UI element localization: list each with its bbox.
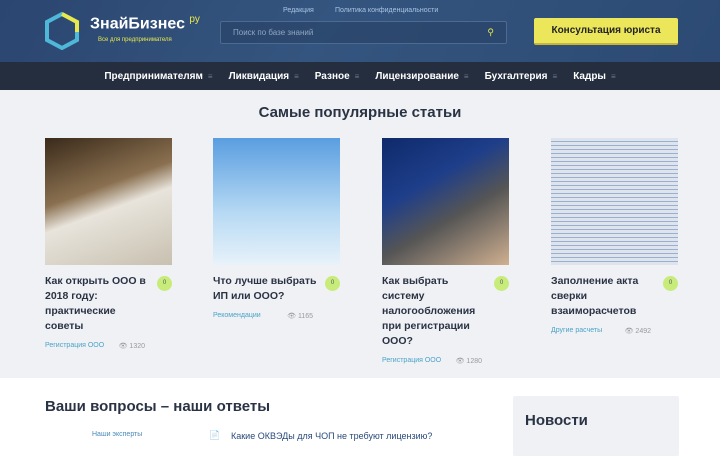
news-panel: Новости (513, 396, 679, 456)
search-placeholder: Поиск по базе знаний (233, 28, 314, 37)
nav-item-liquidation[interactable]: Ликвидация ≡ (229, 71, 299, 82)
nav-label: Бухгалтерия (484, 70, 548, 82)
nav-label: Разное (314, 70, 350, 82)
document-icon: 📄 (209, 430, 221, 440)
article-card[interactable]: 0 Как выбрать систему налогообложения пр… (382, 138, 522, 365)
comment-count-badge: 0 (325, 276, 340, 291)
nav-item-hr[interactable]: Кадры ≡ (573, 71, 615, 82)
article-title[interactable]: Как открыть ООО в 2018 году: практически… (45, 274, 150, 334)
view-count: 👁 2492 (625, 327, 651, 335)
article-image[interactable] (382, 138, 509, 265)
menu-icon: ≡ (354, 71, 360, 81)
header: ЗнайБизнес ру Все для предпринимателя Ре… (0, 0, 720, 62)
view-count: 👁 1320 (119, 342, 145, 350)
consultation-button[interactable]: Консультация юриста (534, 18, 678, 45)
experts-label[interactable]: Наши эксперты (92, 431, 142, 438)
logo-name[interactable]: ЗнайБизнес ру (90, 14, 200, 33)
nav-label: Ликвидация (228, 70, 290, 82)
logo-text: ЗнайБизнес (90, 15, 185, 33)
menu-icon: ≡ (207, 71, 213, 81)
question-link[interactable]: Какие ОКВЭДы для ЧОП не требуют лицензию… (231, 431, 432, 441)
main-nav: Предпринимателям ≡ Ликвидация ≡ Разное ≡ Ли… (0, 62, 720, 90)
article-title[interactable]: Заполнение акта сверки взаиморасчетов (551, 274, 656, 319)
article-category[interactable]: Регистрация ООО (45, 342, 104, 350)
nav-item-entrepreneurs[interactable]: Предпринимателям ≡ (104, 71, 212, 82)
qa-title: Ваши вопросы – наши ответы (45, 398, 271, 415)
search-icon[interactable]: ⚲ (487, 27, 494, 38)
article-title[interactable]: Что лучше выбрать ИП или ООО? (213, 274, 318, 304)
comment-count-badge: 0 (663, 276, 678, 291)
views-value: 1320 (129, 343, 145, 350)
link-editorial[interactable]: Редакция (283, 7, 314, 14)
views-value: 2492 (635, 328, 651, 335)
article-image[interactable] (213, 138, 340, 265)
view-count: 👁 1165 (287, 312, 313, 320)
eye-icon: 👁 (455, 358, 465, 365)
nav-label: Кадры (573, 70, 606, 82)
comment-count-badge: 0 (494, 276, 509, 291)
menu-icon: ≡ (294, 71, 299, 81)
comment-count-badge: 0 (157, 276, 172, 291)
search-input[interactable]: Поиск по базе знаний ⚲ (220, 21, 507, 44)
menu-icon: ≡ (610, 71, 616, 81)
logo-tagline: Все для предпринимателя (98, 37, 172, 43)
nav-item-licensing[interactable]: Лицензирование ≡ (375, 71, 468, 82)
nav-label: Предпринимателям (104, 70, 203, 82)
menu-icon: ≡ (463, 71, 469, 81)
section-title: Самые популярные статьи (258, 104, 462, 121)
popular-articles: Самые популярные статьи 0 Как открыть ОО… (0, 90, 720, 378)
link-privacy[interactable]: Политика конфиденциальности (335, 7, 438, 14)
menu-icon: ≡ (552, 71, 558, 81)
article-card[interactable]: 0 Как открыть ООО в 2018 году: практичес… (45, 138, 185, 350)
nav-item-misc[interactable]: Разное ≡ (315, 71, 360, 82)
view-count: 👁 1280 (456, 357, 482, 365)
views-value: 1165 (297, 313, 313, 320)
article-category[interactable]: Рекомендации (213, 312, 261, 320)
article-card[interactable]: 0 Что лучше выбрать ИП или ООО? Рекоменд… (213, 138, 353, 320)
nav-item-accounting[interactable]: Бухгалтерия ≡ (485, 71, 558, 82)
article-title[interactable]: Как выбрать систему налогообложения при … (382, 274, 487, 349)
nav-label: Лицензирование (375, 70, 459, 82)
news-title: Новости (525, 412, 588, 429)
eye-icon: 👁 (287, 313, 296, 320)
article-category[interactable]: Регистрация ООО (382, 357, 441, 365)
views-value: 1280 (466, 358, 482, 365)
logo-suffix: ру (189, 14, 200, 25)
article-category[interactable]: Другие расчеты (551, 327, 602, 335)
eye-icon: 👁 (624, 328, 634, 335)
article-image[interactable] (45, 138, 172, 265)
eye-icon: 👁 (118, 343, 128, 350)
article-card[interactable]: 0 Заполнение акта сверки взаиморасчетов … (551, 138, 691, 335)
article-image[interactable] (551, 138, 678, 265)
logo-icon (45, 12, 79, 50)
